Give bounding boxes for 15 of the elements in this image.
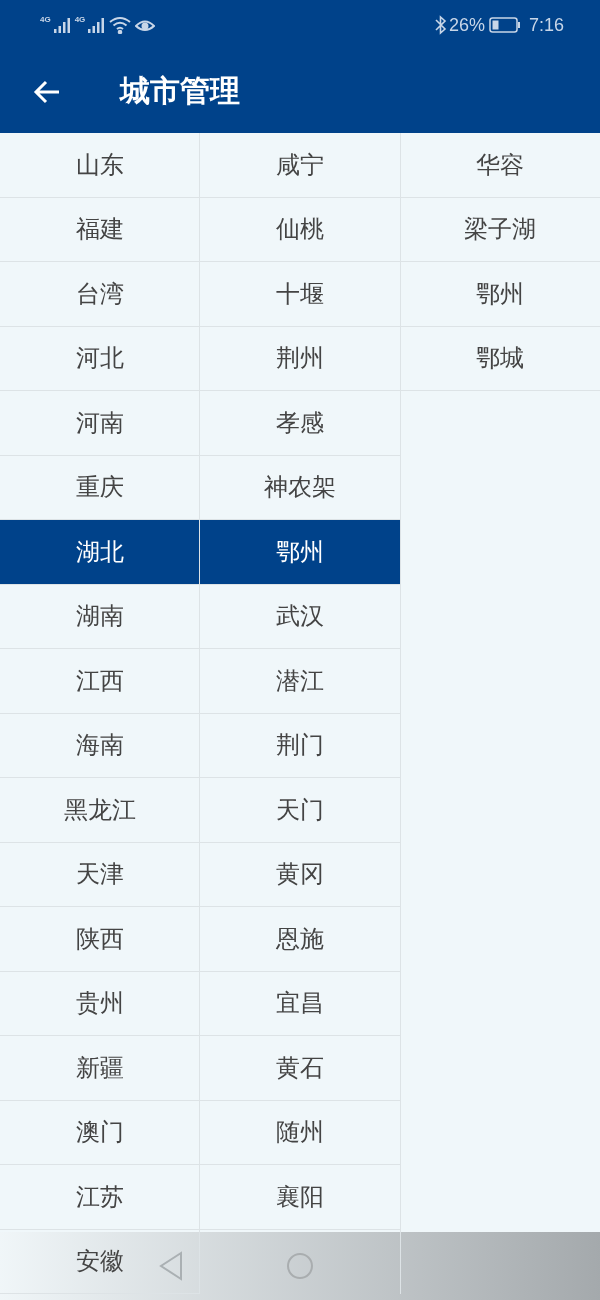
province-item[interactable]: 湖北 bbox=[0, 520, 200, 585]
battery-icon bbox=[488, 16, 521, 34]
city-item[interactable]: 鄂州 bbox=[200, 520, 400, 585]
network-type-label: 4G bbox=[40, 16, 51, 24]
battery-percentage: 26% bbox=[448, 14, 485, 36]
wifi-icon bbox=[109, 16, 132, 34]
signal-icon bbox=[52, 16, 71, 34]
home-circle-button[interactable] bbox=[286, 1252, 314, 1280]
signal-icon bbox=[87, 16, 106, 34]
bluetooth-icon bbox=[434, 15, 447, 35]
page-title: 城市管理 bbox=[120, 73, 240, 109]
back-triangle-button[interactable] bbox=[158, 1251, 184, 1281]
clock-time: 7:16 bbox=[528, 14, 564, 36]
network-type-label: 4G bbox=[74, 16, 86, 24]
province-item[interactable]: 安徽 bbox=[75, 1245, 124, 1278]
